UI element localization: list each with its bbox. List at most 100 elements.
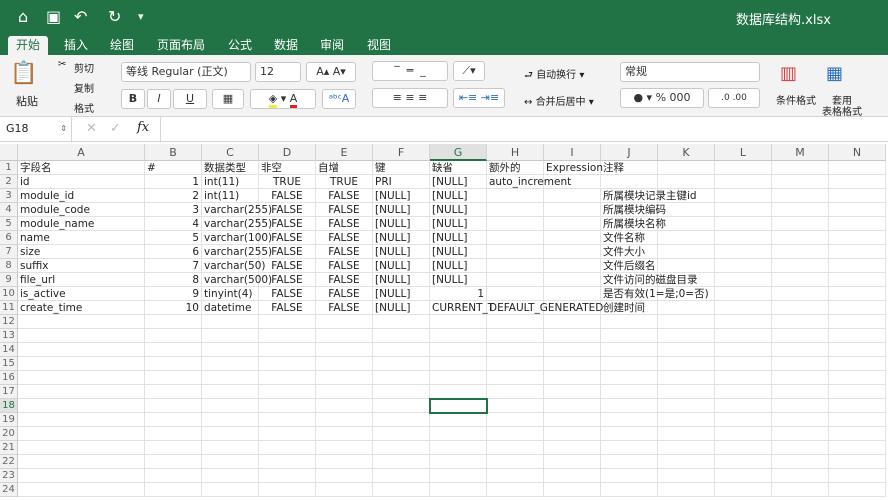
row-header-24[interactable]: 24 (0, 483, 18, 497)
cell-N22[interactable] (829, 455, 886, 469)
cell-L5[interactable] (715, 217, 772, 231)
cell-L21[interactable] (715, 441, 772, 455)
cell-K17[interactable] (658, 385, 715, 399)
cell-E20[interactable] (316, 427, 373, 441)
cell-K22[interactable] (658, 455, 715, 469)
cell-L18[interactable] (715, 399, 772, 413)
column-header-G[interactable]: G (430, 144, 487, 161)
cell-H22[interactable] (487, 455, 544, 469)
cell-N4[interactable] (829, 203, 886, 217)
fill-font-color-buttons[interactable]: ◈ ▾ A (250, 89, 316, 109)
row-header-14[interactable]: 14 (0, 343, 18, 357)
column-header-C[interactable]: C (202, 144, 259, 161)
cell-I15[interactable] (544, 357, 601, 371)
cell-E13[interactable] (316, 329, 373, 343)
cell-N17[interactable] (829, 385, 886, 399)
wrap-text-button[interactable]: ⮐ 自动换行 ▾ (524, 66, 584, 85)
column-header-B[interactable]: B (145, 144, 202, 161)
row-header-22[interactable]: 22 (0, 455, 18, 469)
decimal-buttons[interactable]: .0 .00 (708, 88, 760, 108)
cell-M3[interactable] (772, 189, 829, 203)
cell-E1[interactable]: 自增 (316, 161, 373, 175)
row-header-21[interactable]: 21 (0, 441, 18, 455)
cell-B13[interactable] (145, 329, 202, 343)
cell-G16[interactable] (430, 371, 487, 385)
italic-button[interactable]: I (147, 89, 171, 109)
indent-buttons[interactable]: ⇤≡ ⇥≡ (453, 88, 505, 108)
cell-F17[interactable] (373, 385, 430, 399)
cell-A1[interactable]: 字段名 (18, 161, 145, 175)
cell-H23[interactable] (487, 469, 544, 483)
tab-1[interactable]: 插入 (56, 36, 96, 55)
cell-E18[interactable] (316, 399, 373, 413)
cell-C19[interactable] (202, 413, 259, 427)
cell-B12[interactable] (145, 315, 202, 329)
row-header-2[interactable]: 2 (0, 175, 18, 189)
cell-B22[interactable] (145, 455, 202, 469)
cell-I4[interactable] (544, 203, 601, 217)
cell-A19[interactable] (18, 413, 145, 427)
cell-N13[interactable] (829, 329, 886, 343)
cell-G6[interactable]: [NULL] (430, 231, 487, 245)
cell-F7[interactable]: [NULL] (373, 245, 430, 259)
cell-E11[interactable]: FALSE (316, 301, 373, 315)
cell-M23[interactable] (772, 469, 829, 483)
cell-K7[interactable] (658, 245, 715, 259)
row-header-3[interactable]: 3 (0, 189, 18, 203)
cell-F16[interactable] (373, 371, 430, 385)
cell-K8[interactable] (658, 259, 715, 273)
cell-A9[interactable]: file_url (18, 273, 145, 287)
cell-M22[interactable] (772, 455, 829, 469)
cell-N3[interactable] (829, 189, 886, 203)
row-header-23[interactable]: 23 (0, 469, 18, 483)
cell-H5[interactable] (487, 217, 544, 231)
cell-D1[interactable]: 非空 (259, 161, 316, 175)
cell-G23[interactable] (430, 469, 487, 483)
cell-K9[interactable] (658, 273, 715, 287)
cell-J4[interactable]: 所属模块编码 (601, 203, 666, 217)
cell-C3[interactable]: int(11) (202, 189, 259, 203)
row-header-18[interactable]: 18 (0, 399, 18, 413)
cell-B3[interactable]: 2 (145, 189, 202, 203)
cell-B4[interactable]: 3 (145, 203, 202, 217)
column-header-M[interactable]: M (772, 144, 829, 161)
column-header-E[interactable]: E (316, 144, 373, 161)
cell-J11[interactable]: 创建时间 (601, 301, 658, 315)
cell-K15[interactable] (658, 357, 715, 371)
cell-A5[interactable]: module_name (18, 217, 145, 231)
cell-F11[interactable]: [NULL] (373, 301, 430, 315)
cell-B1[interactable]: # (145, 161, 202, 175)
cell-C1[interactable]: 数据类型 (202, 161, 259, 175)
cell-H17[interactable] (487, 385, 544, 399)
cut-icon[interactable]: ✂ (58, 59, 66, 70)
cell-C6[interactable]: varchar(100) (202, 231, 272, 245)
cell-D2[interactable]: TRUE (259, 175, 316, 189)
row-header-12[interactable]: 12 (0, 315, 18, 329)
cell-L14[interactable] (715, 343, 772, 357)
cell-G20[interactable] (430, 427, 487, 441)
cell-D22[interactable] (259, 455, 316, 469)
tab-5[interactable]: 数据 (266, 36, 306, 55)
cell-I12[interactable] (544, 315, 601, 329)
cell-B2[interactable]: 1 (145, 175, 202, 189)
cell-K3[interactable] (658, 189, 715, 203)
cell-B17[interactable] (145, 385, 202, 399)
cell-B6[interactable]: 5 (145, 231, 202, 245)
cell-G19[interactable] (430, 413, 487, 427)
orientation-button[interactable]: ⟋▾ (453, 61, 485, 81)
cell-L11[interactable] (715, 301, 772, 315)
cell-E8[interactable]: FALSE (316, 259, 373, 273)
cell-E3[interactable]: FALSE (316, 189, 373, 203)
cell-A21[interactable] (18, 441, 145, 455)
column-header-F[interactable]: F (373, 144, 430, 161)
cell-M11[interactable] (772, 301, 829, 315)
cell-D16[interactable] (259, 371, 316, 385)
cell-E22[interactable] (316, 455, 373, 469)
table-format-icon[interactable]: ▦ (826, 63, 843, 84)
border-button[interactable]: ▦ (212, 89, 244, 109)
cell-C22[interactable] (202, 455, 259, 469)
cell-A20[interactable] (18, 427, 145, 441)
cell-G17[interactable] (430, 385, 487, 399)
cell-M18[interactable] (772, 399, 829, 413)
function-icon[interactable]: fx (137, 120, 149, 135)
